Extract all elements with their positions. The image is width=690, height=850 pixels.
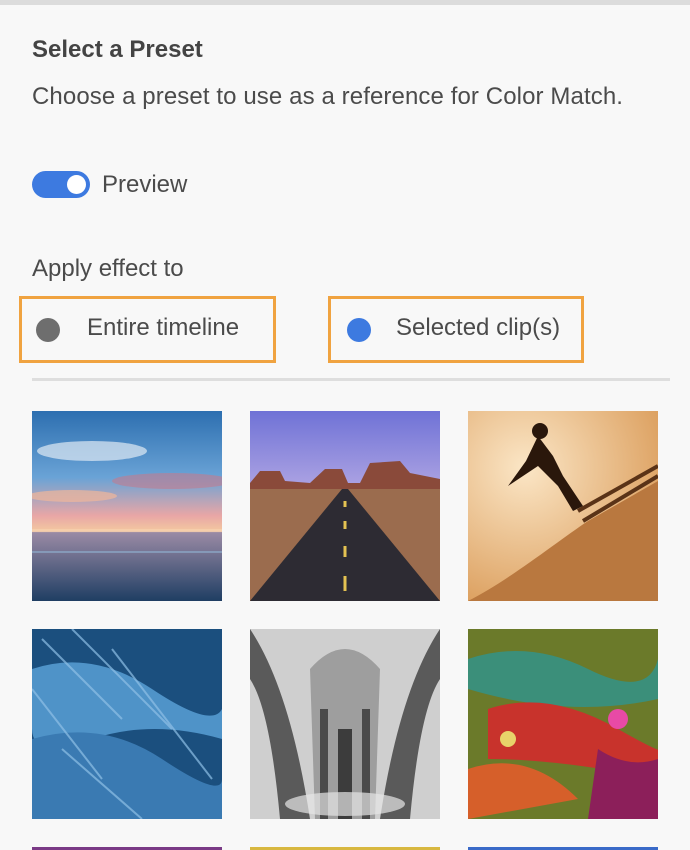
preset-thumbnail-skateboarder[interactable]: [468, 411, 658, 601]
preset-thumbnail-sunset-sea[interactable]: [32, 411, 222, 601]
preset-thumbnail-abstract-paint[interactable]: [468, 629, 658, 819]
blue-feathers-photo-icon: [32, 629, 222, 819]
sunset-sea-photo-icon: [32, 411, 222, 601]
toggle-knob: [67, 175, 86, 194]
panel-description: Choose a preset to use as a reference fo…: [32, 83, 624, 110]
preview-label: Preview: [102, 171, 188, 198]
cathedral-arches-bw-photo-icon: [250, 629, 440, 819]
apply-effect-label: Apply effect to: [32, 255, 184, 282]
desert-road-photo-icon: [250, 411, 440, 601]
preset-thumbnail-cathedral-arches[interactable]: [250, 629, 440, 819]
abstract-paint-photo-icon: [468, 629, 658, 819]
top-border: [0, 0, 690, 5]
preset-thumbnail-desert-road[interactable]: [250, 411, 440, 601]
radio-selected-icon[interactable]: [347, 318, 371, 342]
skateboarder-silhouette-photo-icon: [468, 411, 658, 601]
radio-entire-timeline[interactable]: Entire timeline: [19, 296, 276, 363]
preset-thumbnail-blue-feathers[interactable]: [32, 629, 222, 819]
radio-selected-clips-label: Selected clip(s): [396, 314, 561, 341]
panel-title: Select a Preset: [32, 36, 203, 63]
radio-selected-clips[interactable]: Selected clip(s): [328, 296, 584, 363]
preview-toggle[interactable]: [32, 171, 90, 198]
divider: [32, 378, 670, 381]
radio-unselected-icon[interactable]: [36, 318, 60, 342]
radio-entire-timeline-label: Entire timeline: [87, 314, 240, 341]
